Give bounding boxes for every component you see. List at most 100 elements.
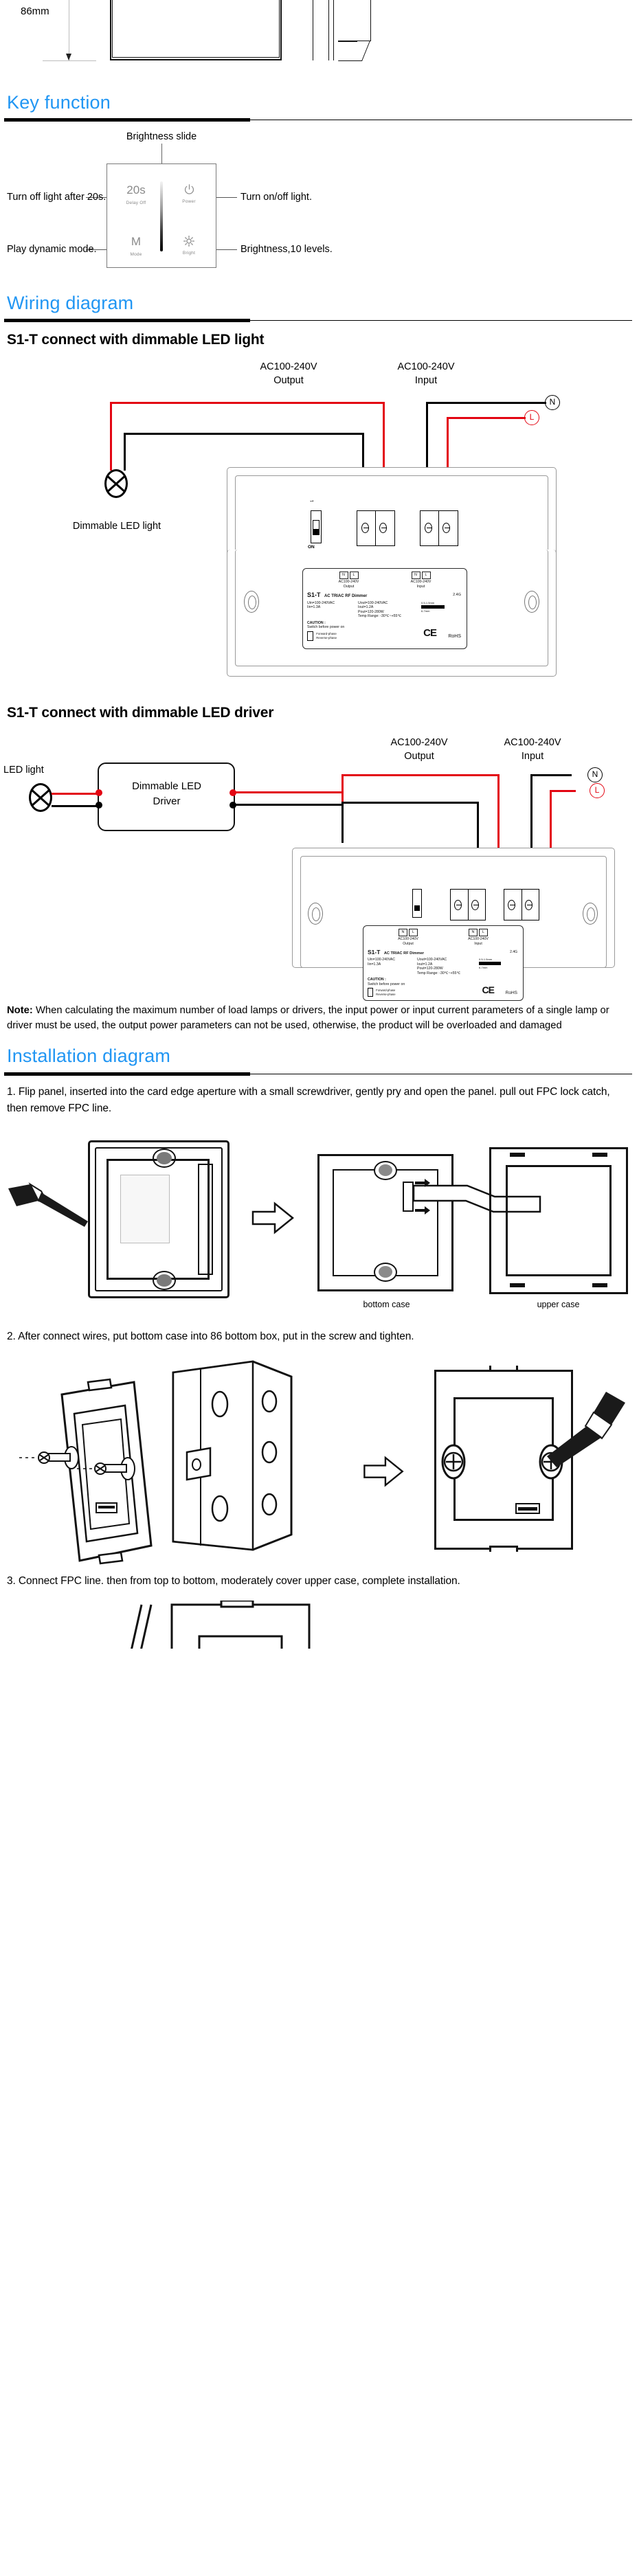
label2-output-word: Output	[403, 941, 414, 946]
terminal-pin-out-n-1	[361, 523, 369, 534]
power-button[interactable]: Power	[172, 183, 205, 204]
panel-side-edge-3	[333, 0, 334, 60]
rohs-mark-2: RoHS	[505, 991, 517, 996]
power-icon	[172, 183, 205, 196]
label-strip-length: 6-7mm	[421, 609, 430, 613]
panel-side-edge-2	[328, 0, 329, 60]
screw-hole-left-1	[244, 591, 259, 613]
output-label-2: AC100-240V Output	[374, 736, 464, 763]
wire-driver-black-right	[235, 804, 344, 806]
terminal-pin-in-n-2	[508, 900, 515, 911]
output-word-2: Output	[404, 750, 434, 762]
label2-reverse-phase: Reverse-phase	[376, 992, 396, 996]
phase-switch-icon-2	[368, 988, 373, 997]
leader-bright	[216, 249, 237, 251]
ce-mark-icon: CE	[423, 626, 437, 639]
label2-spec-iin: Iin=1.3A	[368, 962, 381, 967]
screw-hole-left-2	[308, 903, 323, 925]
panel-side-profile-taper	[338, 41, 368, 60]
dimension-figure: 86mm S1-T	[0, 0, 639, 74]
mode-m-icon: M	[131, 235, 142, 249]
label-caution-text: Switch before power on	[307, 625, 345, 630]
dip-switch-knob-2	[414, 905, 420, 912]
terminal-pin-in-l-1	[442, 523, 450, 534]
driver-label: Dimmable LED Driver	[103, 779, 230, 809]
section-rule	[4, 1071, 635, 1076]
product-manual-page: 86mm S1-T Key function Brightness slide …	[0, 0, 639, 1649]
wire-input-red-1	[447, 417, 526, 420]
install-step-2-text: 2. After connect wires, put bottom case …	[7, 1330, 414, 1342]
label-bright: Brightness,10 levels.	[240, 244, 333, 256]
terminal-pin-in-n-1	[425, 523, 432, 534]
brightness-slide-leader	[161, 144, 162, 165]
label-output-word: Output	[343, 584, 355, 589]
label-spec-pout: Pout=120-280W	[358, 609, 384, 614]
terminal-pin-in-l-2	[525, 900, 532, 911]
wire-driver-red-left	[52, 793, 100, 795]
wire-driver-black-left	[52, 805, 100, 807]
label2-forward-phase: Forward-phase	[376, 988, 396, 993]
label-power: Turn on/off light.	[240, 192, 312, 203]
screwdriver-icon-2	[547, 1391, 625, 1467]
dimension-arrow-icon	[66, 54, 71, 60]
label-delay-off: Turn off light after 20s.	[7, 192, 106, 203]
install-step-1-figure: bottom case upper case	[0, 1128, 639, 1313]
wire-input-black-2	[530, 774, 572, 777]
label2-input-word: Input	[474, 941, 482, 946]
label2-strip-length: 6-7mm	[479, 966, 488, 970]
input-voltage-1: AC100-240V	[397, 361, 455, 373]
ce-mark-icon-2: CE	[482, 984, 495, 996]
phase-switch-icon	[307, 631, 313, 641]
section-title-key-function: Key function	[7, 92, 111, 113]
output-label-1: AC100-240V Output	[244, 361, 333, 387]
label-input-voltage: AC100-240V	[410, 580, 431, 585]
label-mode: Play dynamic mode.	[7, 244, 97, 256]
install-step-3-figure	[0, 1600, 639, 1649]
dimmable-led-light-symbol	[104, 469, 128, 499]
wire-output-red-1	[110, 402, 385, 405]
wire-input-red-2	[550, 790, 576, 793]
label-input-word: Input	[416, 584, 425, 589]
brightness-slide-caption: Brightness slide	[126, 131, 197, 143]
brightness-button[interactable]: Bright	[172, 235, 205, 256]
caption-bottom-case: bottom case	[363, 1299, 410, 1309]
label-spec-iin: Iin=1.3A	[307, 605, 321, 610]
delay-off-button[interactable]: 20s Delay Off	[120, 183, 153, 205]
brightness-slider[interactable]	[160, 181, 163, 252]
driver-label-line1: Dimmable LED	[132, 780, 201, 793]
label-cell-in-l: L	[421, 572, 431, 580]
wiring-diagram-2-subheading: S1-T connect with dimmable LED driver	[7, 705, 274, 721]
install-step-1-text: 1. Flip panel, inserted into the card ed…	[7, 1085, 610, 1114]
bottom-case-screw-head-bottom	[379, 1265, 392, 1278]
label-cell-out-n: N	[339, 572, 348, 580]
wiring-diagram-2: AC100-240V Output AC100-240V Input N L L…	[0, 736, 639, 1002]
section-wiring-diagram: Wiring diagram	[0, 293, 639, 323]
led-light-symbol-2	[29, 783, 52, 813]
driver-label-line2: Driver	[153, 795, 181, 807]
input-label-2: AC100-240V Input	[488, 736, 577, 763]
fpc-arrow-top-icon	[415, 1178, 430, 1187]
input-label-1: AC100-240V Input	[381, 361, 471, 387]
note-text: When calculating the maximum number of l…	[7, 1005, 609, 1032]
label2-model-desc: AC TRIAC RF Dimmer	[383, 951, 424, 956]
label2-spec-temp: Temp Range: -30℃~+55℃	[417, 971, 461, 975]
leader-power	[216, 197, 237, 199]
label2-caution-text: Switch before power on	[368, 982, 405, 986]
mode-label: Mode	[130, 252, 142, 258]
touch-panel-outline: 20s Delay Off Power M Mode Bright	[106, 163, 216, 269]
pcb-connector-strip	[198, 1163, 213, 1275]
output-word-1: Output	[273, 374, 304, 386]
label-model: S1-T	[307, 591, 321, 599]
mode-button[interactable]: M Mode	[120, 235, 153, 257]
upper-case-clip-bl	[510, 1283, 525, 1287]
label-output-voltage: AC100-240V	[338, 580, 359, 585]
terminal-n-2: N	[587, 767, 603, 783]
section-rule	[4, 317, 635, 323]
upper-case-clip-tr	[592, 1152, 607, 1157]
dip-switch-2[interactable]	[412, 889, 422, 918]
step2-parts-diagram	[19, 1360, 293, 1564]
product-spec-label-2: NL NL AC100-240V Output AC100-240V Input…	[363, 925, 524, 1002]
upper-case-clip-tl	[510, 1152, 525, 1157]
wire-output-black-1	[124, 433, 364, 436]
label-forward-phase: Forward-phase	[316, 632, 337, 636]
